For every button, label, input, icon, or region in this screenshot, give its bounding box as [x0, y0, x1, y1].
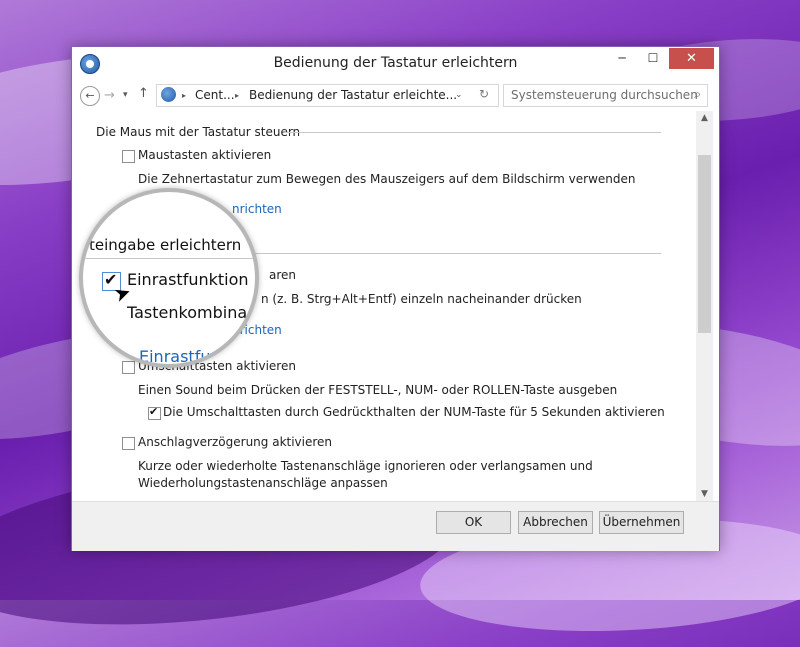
scroll-down-arrow-icon[interactable]: ▼: [696, 489, 713, 499]
forward-arrow-icon[interactable]: →: [104, 88, 115, 103]
title-bar[interactable]: Bedienung der Tastatur erleichtern ─ ☐ ✕: [72, 47, 719, 80]
mousekeys-setup-link[interactable]: nrichten: [232, 202, 282, 216]
magnified-divider: [83, 258, 255, 259]
togglekeys-numlock-checkbox[interactable]: [148, 405, 161, 420]
filterkeys-description-line1: Kurze oder wiederholte Tastenanschläge i…: [138, 459, 593, 473]
refresh-icon[interactable]: ↻: [479, 87, 489, 101]
stickykeys-setup-link-magnified[interactable]: Einrastfu: [139, 347, 210, 364]
back-arrow-icon[interactable]: ←: [80, 86, 100, 106]
breadcrumb-current-page[interactable]: Bedienung der Tastatur erleichte...: [249, 88, 457, 102]
cancel-button[interactable]: Abbrechen: [518, 511, 593, 534]
scrollbar-thumb[interactable]: [698, 155, 711, 333]
apply-button[interactable]: Übernehmen: [599, 511, 684, 534]
stickykeys-description-magnified: Tastenkombina: [127, 303, 248, 322]
search-placeholder: Systemsteuerung durchsuchen: [511, 88, 698, 102]
scroll-up-arrow-icon[interactable]: ▲: [696, 113, 713, 123]
mousekeys-label[interactable]: Maustasten aktivieren: [138, 148, 271, 162]
breadcrumb-separator-icon[interactable]: ▸: [235, 91, 239, 100]
mousekeys-checkbox[interactable]: [122, 150, 135, 163]
breadcrumb-separator-icon[interactable]: ▸: [182, 91, 186, 100]
filterkeys-label[interactable]: Anschlagverzögerung aktivieren: [138, 435, 332, 449]
maximize-button[interactable]: ☐: [638, 48, 668, 69]
filterkeys-checkbox[interactable]: [122, 437, 135, 450]
togglekeys-checkbox[interactable]: [122, 361, 135, 374]
stickykeys-label[interactable]: Einrastfunktion: [127, 270, 249, 289]
minimize-button[interactable]: ─: [607, 48, 637, 69]
magnified-section-heading: teingabe erleichtern: [89, 236, 242, 254]
close-button[interactable]: ✕: [669, 48, 714, 69]
stickykeys-description-partial: n (z. B. Strg+Alt+Entf) einzeln nacheina…: [261, 292, 582, 306]
togglekeys-numlock-label[interactable]: Die Umschalttasten durch Gedrückthalten …: [163, 405, 665, 419]
section-heading-mouse: Die Maus mit der Tastatur steuern: [96, 125, 301, 139]
togglekeys-description: Einen Sound beim Drücken der FESTSTELL-,…: [138, 383, 618, 397]
breadcrumb-control-panel[interactable]: Cent...: [195, 88, 235, 102]
up-arrow-icon[interactable]: ↑: [138, 86, 149, 101]
address-bar: ← → ▾ ↑ ▸ Cent... ▸ Bedienung der Tastat…: [72, 80, 719, 110]
address-dropdown-chevron-icon[interactable]: ⌄: [455, 90, 463, 100]
mousekeys-description: Die Zehnertastatur zum Bewegen des Mausz…: [138, 172, 636, 186]
vertical-scrollbar[interactable]: ▲ ▼: [696, 111, 713, 501]
recent-locations-chevron-icon[interactable]: ▾: [123, 90, 128, 100]
dialog-footer: OK Abbrechen Übernehmen: [72, 501, 719, 551]
control-panel-icon: [161, 87, 176, 102]
filterkeys-description-line2: Wiederholungstastenanschläge anpassen: [138, 476, 388, 490]
magnifier-lens: teingabe erleichtern ➤ Einrastfunktion T…: [79, 188, 259, 368]
search-icon[interactable]: ⌕: [694, 87, 701, 102]
address-field[interactable]: ▸ Cent... ▸ Bedienung der Tastatur erlei…: [156, 84, 499, 107]
section-divider: [284, 132, 661, 133]
section-divider: [232, 253, 661, 254]
ok-button[interactable]: OK: [436, 511, 511, 534]
stickykeys-label-partial[interactable]: aren: [269, 268, 296, 282]
search-input[interactable]: Systemsteuerung durchsuchen ⌕: [503, 84, 708, 107]
